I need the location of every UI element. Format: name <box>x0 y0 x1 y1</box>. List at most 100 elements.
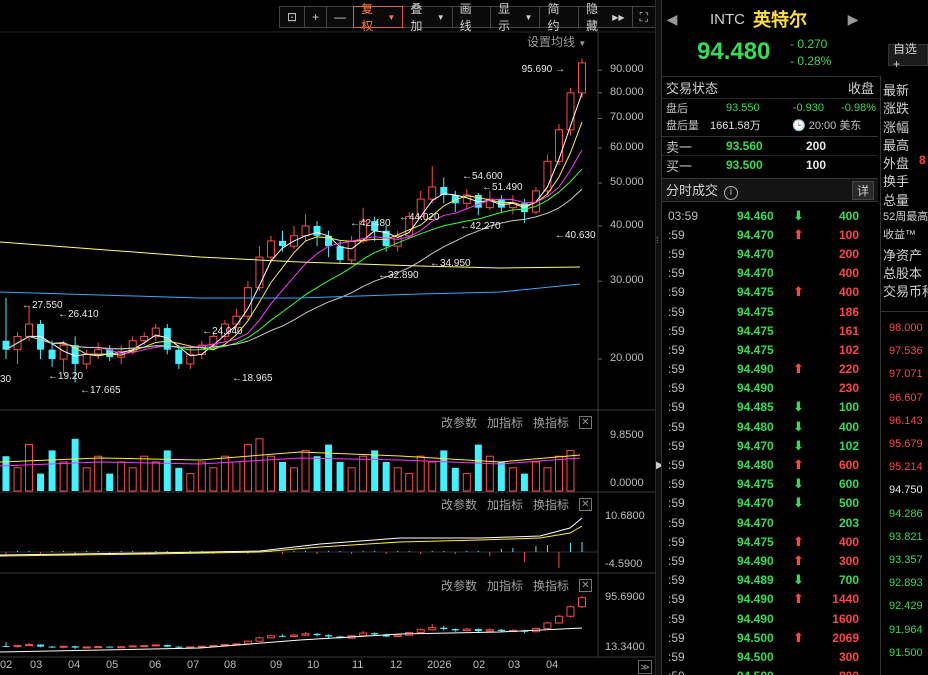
mini-price-label: 91.500 <box>889 646 923 659</box>
price-annotation: ←24.040 <box>202 326 243 337</box>
arrow-down-icon: ⬇ <box>793 572 804 588</box>
stat-label: 换手 <box>883 174 910 190</box>
swap-indicator-button[interactable]: 换指标 <box>533 414 569 431</box>
candle2-body <box>197 645 206 648</box>
swap-indicator-button[interactable]: 换指标 <box>533 496 569 513</box>
info-icon[interactable]: i <box>724 186 739 200</box>
volume-bar <box>186 473 195 492</box>
fuquan-dropdown[interactable]: 复权 ▼ <box>353 2 404 33</box>
x-tick-label: 12 <box>390 659 403 671</box>
add-indicator-button[interactable]: 加指标 <box>487 414 523 431</box>
price-annotation: ←40.630 <box>555 230 596 241</box>
ask-row[interactable]: 卖一 93.560 200 <box>662 136 878 155</box>
arrow-up-icon: ⬆ <box>793 457 804 473</box>
tick-row: :59 94.490 1600 <box>662 609 878 628</box>
last-price: 94.480 <box>697 38 771 65</box>
tick-time: :59 <box>668 227 685 242</box>
scroll-right-icon[interactable]: ≫ <box>638 660 652 674</box>
candle2-body <box>497 629 505 632</box>
tick-row: :59 94.480 ⬆ 600 <box>662 455 878 474</box>
candle2-body <box>2 645 10 647</box>
volume-bar <box>474 444 482 491</box>
arrow-down-icon: ⬇ <box>793 476 804 492</box>
volume-bar <box>371 450 379 491</box>
arrow-down-icon: ⬇ <box>793 418 804 434</box>
volume-bar <box>336 462 344 491</box>
stat-label: 总股本 <box>883 265 923 281</box>
add-indicator-button[interactable]: 加指标 <box>487 496 523 513</box>
mini-price-label: 92.893 <box>889 577 923 590</box>
add-watchlist-button[interactable]: 自选 + <box>888 42 928 71</box>
x-tick-label: 04 <box>68 659 81 671</box>
ticks-list[interactable]: 03:59 94.460 ⬇ 400:59 94.470 ⬆ 100:59 94.470 200… <box>662 202 878 675</box>
tick-price: 94.475 <box>737 304 774 319</box>
tick-time: 03:59 <box>668 208 699 223</box>
tick-volume: 2069 <box>832 630 859 645</box>
macd-axis-bottom: -4.5900 <box>605 558 643 570</box>
close-icon[interactable]: ✕ <box>579 416 592 429</box>
tick-price: 94.460 <box>737 208 774 223</box>
x-tick-label: 10 <box>307 659 320 671</box>
x-tick-label: 02 <box>0 659 13 671</box>
tick-time: :59 <box>668 266 685 281</box>
candle-body <box>140 335 149 342</box>
y-tick-label: 80.000 <box>610 85 644 98</box>
candle-body <box>278 240 286 247</box>
mini-price-label: 98.000 <box>889 322 923 334</box>
tick-volume: 600 <box>838 458 859 473</box>
candle2-body <box>393 634 402 637</box>
next-stock-icon[interactable]: ▶ <box>843 11 863 28</box>
tick-volume: 400 <box>838 266 859 281</box>
x-tick-label: 11 <box>352 659 364 671</box>
edit-params-button[interactable]: 改参数 <box>441 577 477 594</box>
volume-bar <box>197 461 206 492</box>
prev-stock-icon[interactable]: ◀ <box>662 11 682 28</box>
edit-params-button[interactable]: 改参数 <box>441 414 477 431</box>
close-icon[interactable]: ✕ <box>579 498 592 511</box>
stat-label: 总量 <box>883 192 910 208</box>
tick-time: :59 <box>668 323 685 338</box>
add-indicator-button[interactable]: 加指标 <box>487 577 523 594</box>
tick-time: :59 <box>668 477 685 492</box>
candle2-body <box>278 635 286 637</box>
close-icon[interactable]: ✕ <box>579 579 592 592</box>
swap-indicator-button[interactable]: 换指标 <box>533 577 569 594</box>
candle2-body <box>428 627 437 631</box>
volume-bar <box>94 455 103 492</box>
vol-axis-top: 9.8500 <box>610 429 644 441</box>
candle-body <box>347 240 356 261</box>
tick-row: :59 94.490 ⬆ 220 <box>662 360 878 379</box>
y-tick-label: 90.000 <box>610 63 644 76</box>
tick-price: 94.480 <box>737 458 774 473</box>
candle2-body <box>94 646 103 649</box>
arrow-up-icon: ⬆ <box>793 629 804 645</box>
candle-body <box>578 62 586 94</box>
tick-time: :59 <box>668 573 685 588</box>
candle-body <box>566 92 575 131</box>
tick-volume: 400 <box>838 285 859 300</box>
candle-body <box>82 353 91 365</box>
tick-row: :59 94.475 161 <box>662 321 878 340</box>
candle2-body <box>71 646 79 648</box>
volume-bar <box>163 450 171 491</box>
tick-price: 94.490 <box>737 611 774 626</box>
tick-volume: 230 <box>838 381 859 396</box>
tick-price: 94.475 <box>737 534 774 549</box>
tick-volume: 400 <box>838 208 859 223</box>
price-annotation: ←34.950 <box>430 258 471 269</box>
tick-volume: 300 <box>838 649 859 664</box>
volume-bar <box>13 467 22 492</box>
volume-bar <box>175 467 183 491</box>
ticks-detail-button[interactable]: 详 <box>851 180 874 200</box>
bid-row[interactable]: 买一 93.500 100 <box>662 155 878 174</box>
kline-chart-area[interactable]: ⊡ + — 复权 ▼ 叠加 ▼ 画线 显示 ▼ 简约 隐藏 ▶▶ ⛶ 设置均线 ▼ 95… <box>0 0 656 675</box>
volume-bar <box>151 461 160 492</box>
price-annotation: ←44.020 <box>399 212 440 223</box>
tick-time: :59 <box>668 419 685 434</box>
candle2-body <box>474 629 482 632</box>
edit-params-button[interactable]: 改参数 <box>441 496 477 513</box>
candle-body <box>336 246 344 261</box>
volume-bar <box>543 467 552 492</box>
candle2-body <box>255 637 264 642</box>
tick-row: :59 94.490 ⬆ 1440 <box>662 590 878 609</box>
